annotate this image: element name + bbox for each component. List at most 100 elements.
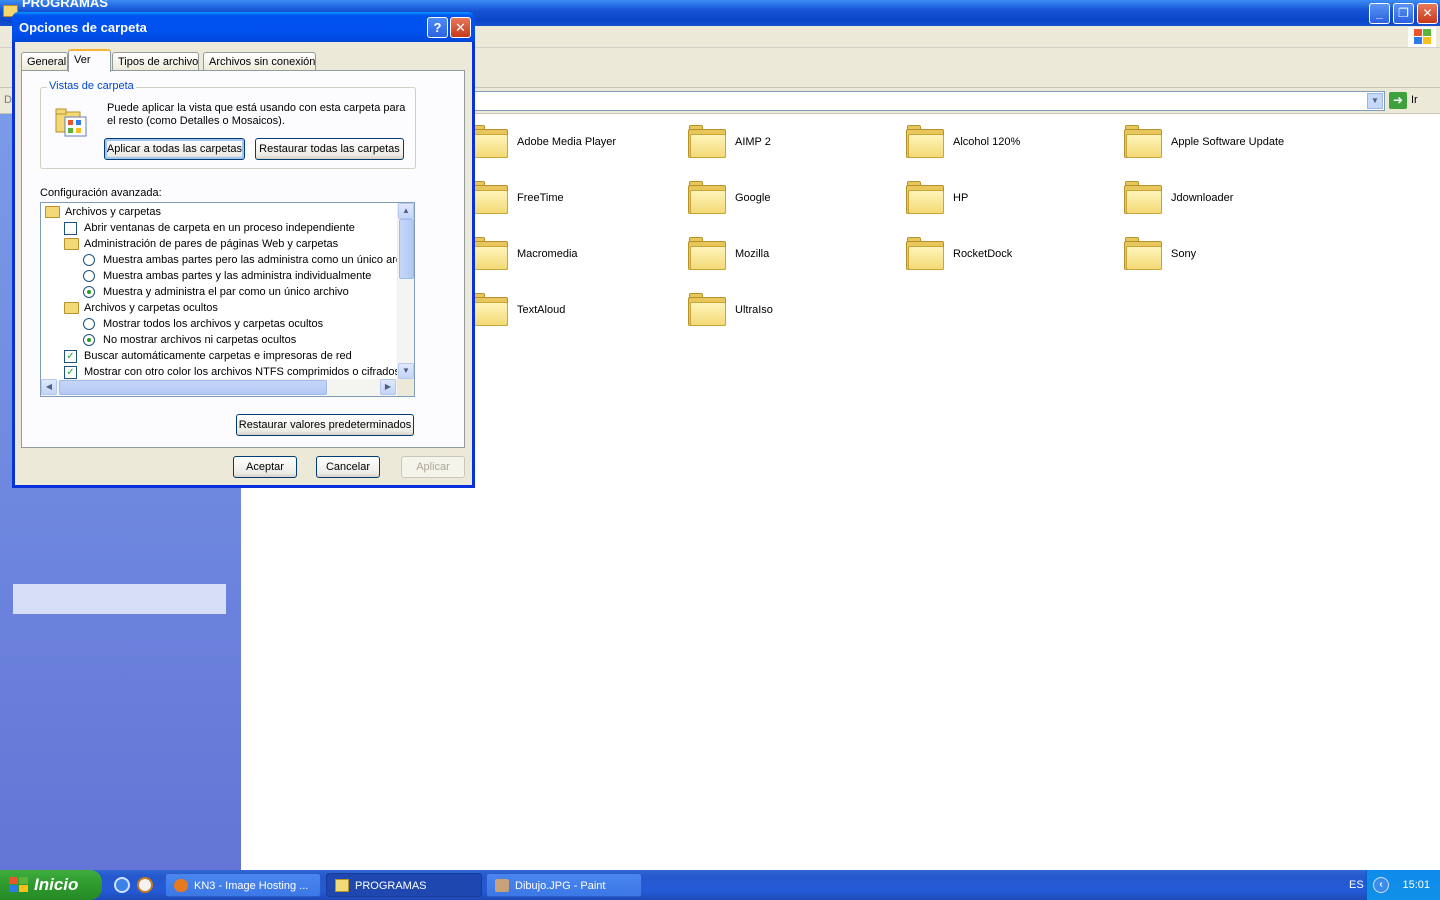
start-button[interactable]: Inicio [0, 870, 102, 900]
address-label: D [4, 94, 12, 106]
windows-logo-icon [1408, 27, 1436, 47]
option-label: Archivos y carpetas ocultos [84, 302, 218, 314]
folder-name: TextAloud [517, 304, 566, 316]
folder-icon [470, 236, 508, 270]
folder-item[interactable]: FreeTime [470, 176, 680, 220]
dialog-title: Opciones de carpeta [19, 20, 147, 35]
chevron-left-icon[interactable]: ‹ [1373, 877, 1389, 893]
folder-name: FreeTime [517, 192, 564, 204]
scroll-left-icon[interactable]: ◀ [41, 379, 57, 395]
tab-ver[interactable]: Ver [68, 49, 111, 72]
folder-item[interactable]: HP [906, 176, 1116, 220]
folder-item[interactable]: UltraIso [688, 288, 898, 332]
go-arrow-icon[interactable]: ➜ [1389, 92, 1407, 109]
minimize-button[interactable]: _ [1369, 3, 1390, 24]
folder-item[interactable]: Google [688, 176, 898, 220]
language-indicator[interactable]: ES [1349, 879, 1364, 891]
advanced-settings-tree[interactable]: Archivos y carpetas Abrir ventanas de car… [40, 202, 415, 397]
folder-name: Google [735, 192, 771, 204]
paint-icon [495, 879, 509, 892]
folder-views-group: Vistas de carpeta Puede aplicar la vista… [40, 80, 416, 169]
folder-icon [688, 292, 726, 326]
media-player-icon[interactable] [137, 877, 153, 893]
checkbox[interactable] [64, 222, 77, 235]
ok-button[interactable]: Aceptar [233, 456, 297, 478]
radio-button[interactable] [83, 270, 95, 282]
horizontal-scrollbar[interactable]: ◀ ▶ [41, 379, 397, 396]
tab-panel-ver: Vistas de carpeta Puede aplicar la vista… [21, 70, 465, 448]
apply-button[interactable]: Aplicar [401, 456, 465, 478]
task-label: PROGRAMAS [355, 880, 427, 892]
reset-all-folders-button[interactable]: Restaurar todas las carpetas [255, 138, 404, 160]
advanced-settings-label: Configuración avanzada: [40, 187, 162, 199]
tab-tipos-de-archivo[interactable]: Tipos de archivo [112, 52, 199, 71]
folder-icon [688, 124, 726, 158]
folder-icon [906, 124, 944, 158]
option-label: Muestra y administra el par como un únic… [103, 286, 349, 298]
restore-defaults-button[interactable]: Restaurar valores predeterminados [236, 414, 414, 436]
folder-icon [470, 292, 508, 326]
task-label: KN3 - Image Hosting ... [194, 880, 309, 892]
task-button-paint[interactable]: Dibujo.JPG - Paint [486, 873, 642, 897]
task-button-programas[interactable]: PROGRAMAS [326, 873, 482, 897]
close-button[interactable]: ✕ [450, 17, 471, 38]
option-label: Mostrar todos los archivos y carpetas oc… [103, 318, 324, 330]
folder-item[interactable]: Mozilla [688, 232, 898, 276]
scrollbar-thumb[interactable] [399, 219, 414, 279]
option-label: Archivos y carpetas [65, 206, 161, 218]
chevron-down-icon[interactable]: ▼ [1367, 93, 1383, 109]
folder-item[interactable]: Jdownloader [1124, 176, 1334, 220]
option-label: Administración de pares de páginas Web y… [84, 238, 339, 250]
option-label: Muestra ambas partes y las administra in… [103, 270, 372, 282]
scrollbar-thumb[interactable] [59, 380, 327, 395]
radio-button[interactable] [83, 318, 95, 330]
folder-item[interactable]: Adobe Media Player [470, 120, 680, 164]
folder-item[interactable]: Apple Software Update [1124, 120, 1334, 164]
cancel-button[interactable]: Cancelar [316, 456, 380, 478]
firefox-icon [174, 879, 188, 892]
task-label: Dibujo.JPG - Paint [515, 880, 606, 892]
vertical-scrollbar[interactable]: ▲ ▼ [397, 203, 414, 379]
checkbox[interactable]: ✓ [64, 350, 77, 363]
apply-to-all-folders-button[interactable]: Aplicar a todas las carpetas [104, 138, 245, 160]
tab-general[interactable]: General [21, 52, 68, 71]
scroll-right-icon[interactable]: ▶ [380, 379, 396, 395]
option-label: Mostrar con otro color los archivos NTFS… [84, 366, 401, 378]
radio-button[interactable] [83, 254, 95, 266]
folder-icon [470, 124, 508, 158]
tasks-panel-card [13, 584, 226, 614]
go-button-label[interactable]: Ir [1411, 94, 1418, 106]
scroll-up-icon[interactable]: ▲ [398, 203, 414, 219]
folder-name: Apple Software Update [1171, 136, 1285, 148]
option-label: No mostrar archivos ni carpetas ocultos [103, 334, 297, 346]
checkbox[interactable]: ✓ [64, 366, 77, 379]
tab-archivos-sin-conexion[interactable]: Archivos sin conexión [203, 52, 316, 71]
folder-item[interactable]: RocketDock [906, 232, 1116, 276]
close-button[interactable]: ✕ [1417, 3, 1438, 24]
folder-icon [688, 180, 726, 214]
folder-name: Adobe Media Player [517, 136, 617, 148]
folder-item[interactable]: Alcohol 120% [906, 120, 1116, 164]
option-label: Abrir ventanas de carpeta en un proceso … [84, 222, 355, 234]
folder-item[interactable]: Sony [1124, 232, 1334, 276]
folder-item[interactable]: AIMP 2 [688, 120, 898, 164]
internet-explorer-icon[interactable] [114, 877, 130, 893]
task-button-firefox[interactable]: KN3 - Image Hosting ... [165, 873, 321, 897]
start-label: Inicio [34, 875, 79, 894]
folder-item[interactable]: TextAloud [470, 288, 680, 332]
group-label: Vistas de carpeta [47, 80, 136, 92]
radio-button[interactable] [83, 286, 95, 298]
restore-button[interactable]: ❐ [1393, 3, 1414, 24]
clock[interactable]: 15:01 [1402, 879, 1430, 891]
folder-icon [1124, 236, 1162, 270]
help-button[interactable]: ? [427, 17, 448, 38]
address-input[interactable]: ▼ [470, 91, 1385, 111]
radio-button[interactable] [83, 334, 95, 346]
dialog-titlebar[interactable]: Opciones de carpeta [12, 12, 475, 42]
folder-views-description: Puede aplicar la vista que está usando c… [107, 102, 406, 127]
scroll-down-icon[interactable]: ▼ [398, 363, 414, 379]
option-label: Muestra ambas partes pero las administra… [103, 254, 408, 266]
folder-icon [470, 180, 508, 214]
folder-name: Sony [1171, 248, 1197, 260]
folder-item[interactable]: Macromedia [470, 232, 680, 276]
